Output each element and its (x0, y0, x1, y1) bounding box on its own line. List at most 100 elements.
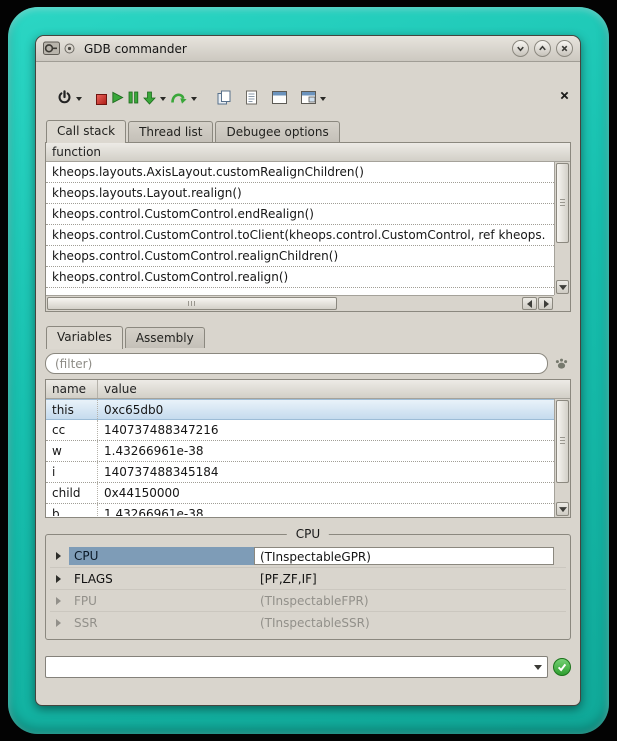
window-capture-icon (301, 91, 316, 107)
filter-row (45, 353, 571, 374)
log-button[interactable] (243, 88, 260, 110)
minimize-button[interactable] (512, 40, 529, 57)
scroll-left-button[interactable] (522, 297, 537, 310)
command-bar (45, 656, 571, 678)
chevron-up-icon (537, 43, 548, 54)
register-name[interactable]: FLAGS (69, 570, 254, 588)
register-value-field[interactable]: (TInspectableGPR) (254, 547, 554, 565)
play-icon (111, 91, 124, 107)
stop-icon (96, 94, 107, 105)
scroll-right-button[interactable] (538, 297, 553, 310)
vertical-scrollbar[interactable] (554, 399, 570, 517)
variable-row-i[interactable]: i 140737488345184 (46, 462, 554, 483)
stop-button[interactable] (94, 92, 109, 107)
horizontal-scrollbar[interactable] (46, 295, 554, 311)
callstack-row[interactable]: kheops.layouts.AxisLayout.customRealignC… (46, 162, 554, 183)
chevron-down-icon (515, 43, 526, 54)
close-icon (559, 43, 570, 54)
copy-documents-button[interactable] (215, 88, 233, 110)
app-badge-icon (64, 43, 75, 54)
power-button[interactable] (55, 88, 84, 110)
register-row-fpu[interactable]: FPU (TInspectableFPR) (50, 589, 566, 611)
chevron-down-icon[interactable] (160, 97, 166, 101)
variable-value: 0x44150000 (98, 483, 186, 503)
column-header-name[interactable]: name (46, 380, 98, 398)
register-row-ssr[interactable]: SSR (TInspectableSSR) (50, 611, 566, 633)
capture-window-button[interactable] (299, 89, 328, 109)
tab-debugee-options[interactable]: Debugee options (215, 121, 339, 142)
callstack-row[interactable]: kheops.control.CustomControl.realign() (46, 267, 554, 288)
run-button[interactable] (109, 89, 126, 109)
register-row-flags[interactable]: FLAGS [PF,ZF,IF] (50, 567, 566, 589)
execute-button[interactable] (553, 658, 571, 676)
arrow-down-icon (143, 91, 156, 108)
expand-chevron-icon[interactable] (56, 552, 61, 560)
variables-rows: this 0xc65db0 cc 140737488347216 w 1.432… (46, 399, 554, 517)
window-title: GDB commander (84, 42, 507, 56)
pause-button[interactable] (126, 89, 141, 109)
variable-name: i (46, 462, 98, 482)
close-icon (560, 91, 569, 100)
callstack-column-header[interactable]: function (46, 143, 570, 162)
scrollbar-thumb[interactable] (47, 297, 337, 310)
command-combobox[interactable] (45, 656, 548, 678)
variable-row-b[interactable]: b 1.43266961e-38 (46, 504, 554, 516)
chevron-down-icon[interactable] (529, 657, 547, 677)
variable-name: this (46, 400, 98, 419)
scroll-down-button[interactable] (556, 280, 569, 294)
register-row-cpu[interactable]: CPU (TInspectableGPR) (50, 545, 566, 567)
debug-windows-button[interactable] (270, 89, 289, 109)
expand-chevron-icon[interactable] (56, 575, 61, 583)
cpu-groupbox: CPU CPU (TInspectableGPR) FLAGS [PF,ZF,I… (45, 534, 571, 640)
callstack-row[interactable]: kheops.control.CustomControl.realignChil… (46, 246, 554, 267)
gdb-commander-window: GDB commander (35, 35, 581, 706)
debug-toolbar (55, 84, 571, 114)
step-into-button[interactable] (141, 89, 168, 110)
column-header-value[interactable]: value (98, 380, 143, 398)
clear-filter-icon[interactable] (551, 354, 571, 374)
register-value: (TInspectableSSR) (254, 616, 566, 630)
callstack-row[interactable]: kheops.layouts.Layout.realign() (46, 183, 554, 204)
variable-row-w[interactable]: w 1.43266961e-38 (46, 441, 554, 462)
command-input[interactable] (46, 658, 529, 676)
tab-variables[interactable]: Variables (46, 326, 123, 349)
variable-row-cc[interactable]: cc 140737488347216 (46, 420, 554, 441)
variable-row-this[interactable]: this 0xc65db0 (46, 399, 554, 420)
titlebar[interactable]: GDB commander (36, 36, 580, 62)
scroll-down-button[interactable] (556, 502, 569, 516)
scrollbar-thumb[interactable] (556, 400, 569, 483)
variable-value: 140737488345184 (98, 462, 225, 482)
callstack-row[interactable]: kheops.control.CustomControl.toClient(kh… (46, 225, 554, 246)
cpu-group-title: CPU (287, 527, 329, 541)
chevron-down-icon[interactable] (191, 97, 197, 101)
register-name[interactable]: SSR (69, 614, 254, 632)
variable-value: 1.43266961e-38 (98, 441, 210, 461)
app-icon (43, 41, 60, 56)
callstack-row[interactable]: kheops.control.CustomControl.endRealign(… (46, 204, 554, 225)
document-icon (245, 90, 258, 108)
panel-close-button[interactable] (558, 89, 571, 102)
filter-input[interactable] (45, 353, 548, 374)
documents-icon (217, 90, 231, 108)
chevron-down-icon[interactable] (320, 97, 326, 101)
variable-row-child[interactable]: child 0x44150000 (46, 483, 554, 504)
vertical-scrollbar[interactable] (554, 162, 570, 295)
close-button[interactable] (556, 40, 573, 57)
tab-assembly[interactable]: Assembly (125, 327, 205, 348)
chevron-down-icon[interactable] (76, 97, 82, 101)
expand-chevron-icon[interactable] (56, 597, 61, 605)
scroll-arrow-group (521, 297, 553, 310)
register-name[interactable]: CPU (69, 547, 254, 565)
variables-tabs: Variables Assembly (45, 326, 571, 348)
scrollbar-thumb[interactable] (556, 163, 569, 243)
pause-icon (128, 91, 139, 107)
window-body: Call stack Thread list Debugee options f… (36, 84, 580, 706)
expand-chevron-icon[interactable] (56, 619, 61, 627)
callstack-panel: function kheops.layouts.AxisLayout.custo… (45, 142, 571, 312)
tab-thread-list[interactable]: Thread list (128, 121, 213, 142)
step-over-button[interactable] (168, 89, 199, 109)
tab-call-stack[interactable]: Call stack (46, 120, 126, 143)
register-name[interactable]: FPU (69, 592, 254, 610)
curved-arrow-icon (170, 91, 187, 107)
maximize-button[interactable] (534, 40, 551, 57)
